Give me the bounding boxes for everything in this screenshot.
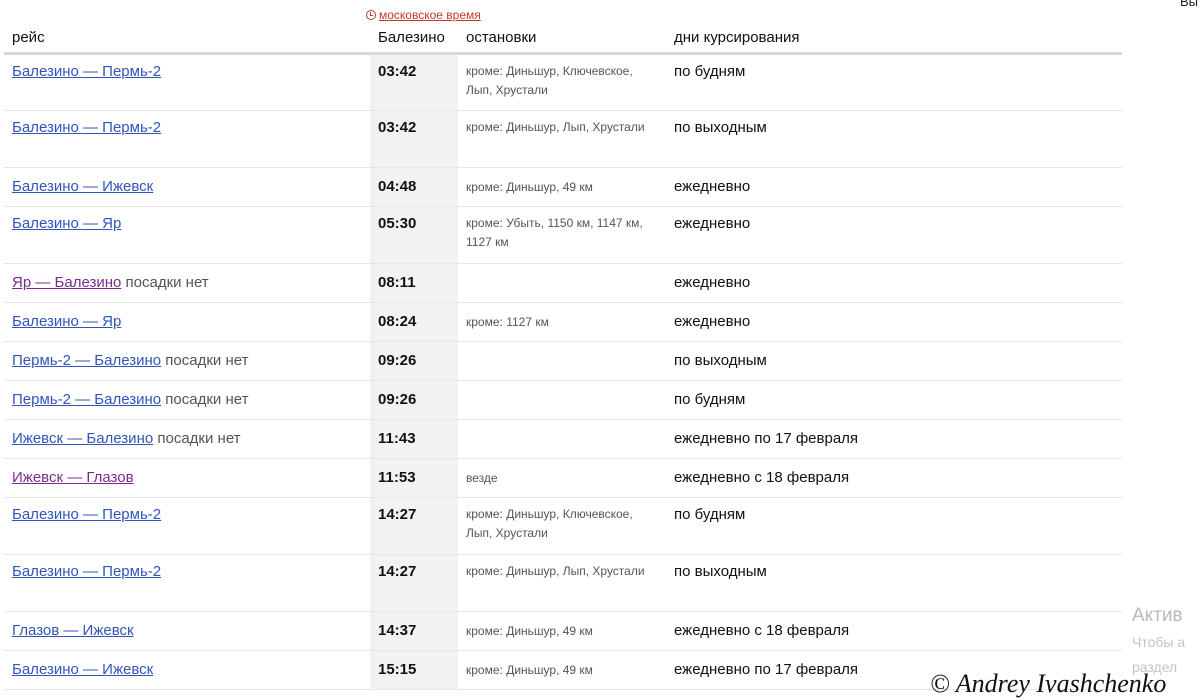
table-row: Балезино — Ижевск 04:48 кроме: Диньшур, 49… xyxy=(4,167,1122,207)
stops-cell: кроме: Диньшур, 49 км xyxy=(458,611,666,651)
days-cell: ежедневно с 18 февраля xyxy=(666,458,1122,498)
stops-cell xyxy=(458,380,666,420)
departure-time: 09:26 xyxy=(370,380,458,420)
table-row: Балезино — Пермь-2 14:27 кроме: Диньшур, Л… xyxy=(4,554,1122,612)
route-cell: Яр — Балезино посадки нет xyxy=(4,263,370,303)
route-link[interactable]: Ижевск — Балезино xyxy=(12,430,153,447)
copyright-watermark: © Andrey Ivashchenko xyxy=(930,669,1167,698)
route-cell: Пермь-2 — Балезино посадки нет xyxy=(4,380,370,420)
stops-cell: кроме: 1127 км xyxy=(458,302,666,342)
stops-cell: кроме: Диньшур, Ключевское, Лып, Хрустал… xyxy=(458,53,666,111)
no-boarding-note: посадки нет xyxy=(125,274,209,291)
stops-cell xyxy=(458,419,666,459)
departure-time: 11:43 xyxy=(370,419,458,459)
header-days: дни курсирования xyxy=(666,24,1122,55)
days-cell: по выходным xyxy=(666,554,1122,612)
stops-cell xyxy=(458,263,666,303)
days-cell: ежедневно xyxy=(666,206,1122,264)
table-row: Ижевск — Глазов 11:53 везде ежедневно с 18 … xyxy=(4,458,1122,498)
route-cell: Балезино — Пермь-2 xyxy=(4,53,370,111)
table-header-row: рейс Балезино остановки дни курсирования xyxy=(4,24,1122,55)
header-stops: остановки xyxy=(458,24,666,55)
table-row: Балезино — Пермь-2 03:42 кроме: Диньшур, Л… xyxy=(4,110,1122,168)
route-link[interactable]: Пермь-2 — Балезино xyxy=(12,352,161,369)
departure-time: 09:26 xyxy=(370,341,458,381)
route-cell: Ижевск — Балезино посадки нет xyxy=(4,419,370,459)
no-boarding-note: посадки нет xyxy=(157,430,241,447)
moscow-time-link[interactable]: московское время xyxy=(366,8,481,22)
departure-time: 03:42 xyxy=(370,110,458,168)
stops-cell: кроме: Убыть, 1150 км, 1147 км, 1127 км xyxy=(458,206,666,264)
activation-title: Актив xyxy=(1132,605,1183,626)
route-link[interactable]: Балезино — Пермь-2 xyxy=(12,119,161,136)
departure-time: 04:48 xyxy=(370,167,458,207)
route-cell: Балезино — Пермь-2 xyxy=(4,110,370,168)
route-cell: Глазов — Ижевск xyxy=(4,611,370,651)
stops-cell: кроме: Диньшур, Лып, Хрустали xyxy=(458,110,666,168)
stops-cell: кроме: Диньшур, Лып, Хрустали xyxy=(458,554,666,612)
stops-cell xyxy=(458,341,666,381)
departure-time: 14:37 xyxy=(370,611,458,651)
departure-time: 15:15 xyxy=(370,650,458,690)
days-cell: ежедневно xyxy=(666,263,1122,303)
route-link[interactable]: Балезино — Яр xyxy=(12,215,121,232)
route-link[interactable]: Балезино — Яр xyxy=(12,313,121,330)
route-link[interactable]: Яр — Балезино xyxy=(12,274,121,291)
moscow-time-label: московское время xyxy=(379,8,481,22)
departure-time: 03:42 xyxy=(370,53,458,111)
route-link[interactable]: Балезино — Пермь-2 xyxy=(12,506,161,523)
days-cell: по выходным xyxy=(666,341,1122,381)
days-cell: по выходным xyxy=(666,110,1122,168)
departure-time: 11:53 xyxy=(370,458,458,498)
route-cell: Балезино — Ижевск xyxy=(4,650,370,690)
table-row: Балезино — Пермь-2 14:27 кроме: Диньшур, К… xyxy=(4,497,1122,555)
table-row: Яр — Балезино посадки нет 08:11 ежедневно xyxy=(4,263,1122,303)
route-cell: Балезино — Пермь-2 xyxy=(4,554,370,612)
departure-time: 14:27 xyxy=(370,554,458,612)
stops-cell: кроме: Диньшур, 49 км xyxy=(458,167,666,207)
activation-line-1: Чтобы а xyxy=(1132,634,1186,650)
departure-time: 08:24 xyxy=(370,302,458,342)
clock-icon xyxy=(366,10,376,20)
table-row: Глазов — Ижевск 14:37 кроме: Диньшур, 49 к… xyxy=(4,611,1122,651)
route-cell: Балезино — Яр xyxy=(4,302,370,342)
stops-cell: кроме: Диньшур, 49 км xyxy=(458,650,666,690)
days-cell: по будням xyxy=(666,497,1122,555)
no-boarding-note: посадки нет xyxy=(165,352,249,369)
departure-time: 05:30 xyxy=(370,206,458,264)
table-row: Пермь-2 — Балезино посадки нет 09:26 по бу… xyxy=(4,380,1122,420)
days-cell: ежедневно по 17 февраля xyxy=(666,419,1122,459)
table-row: Балезино — Яр 05:30 кроме: Убыть, 1150 км,… xyxy=(4,206,1122,264)
stops-cell: кроме: Диньшур, Ключевское, Лып, Хрустал… xyxy=(458,497,666,555)
schedule-table: рейс Балезино остановки дни курсирования… xyxy=(4,24,1122,690)
table-row: Балезино — Яр 08:24 кроме: 1127 км ежедневн… xyxy=(4,302,1122,342)
days-cell: ежедневно xyxy=(666,302,1122,342)
route-link[interactable]: Глазов — Ижевск xyxy=(12,622,134,639)
route-cell: Ижевск — Глазов xyxy=(4,458,370,498)
header-route: рейс xyxy=(4,24,370,55)
route-cell: Балезино — Яр xyxy=(4,206,370,264)
table-row: Ижевск — Балезино посадки нет 11:43 ежедне… xyxy=(4,419,1122,459)
route-link[interactable]: Ижевск — Глазов xyxy=(12,469,134,486)
days-cell: ежедневно xyxy=(666,167,1122,207)
table-row: Пермь-2 — Балезино посадки нет 09:26 по вы… xyxy=(4,341,1122,381)
departure-time: 14:27 xyxy=(370,497,458,555)
header-time: Балезино xyxy=(370,24,458,55)
route-cell: Пермь-2 — Балезино посадки нет xyxy=(4,341,370,381)
route-link[interactable]: Балезино — Пермь-2 xyxy=(12,563,161,580)
departure-time: 08:11 xyxy=(370,263,458,303)
route-cell: Балезино — Пермь-2 xyxy=(4,497,370,555)
route-link[interactable]: Балезино — Ижевск xyxy=(12,178,153,195)
days-cell: ежедневно с 18 февраля xyxy=(666,611,1122,651)
route-link[interactable]: Пермь-2 — Балезино xyxy=(12,391,161,408)
route-link[interactable]: Балезино — Пермь-2 xyxy=(12,63,161,80)
route-cell: Балезино — Ижевск xyxy=(4,167,370,207)
corner-text: Вы xyxy=(1179,0,1198,9)
table-row: Балезино — Пермь-2 03:42 кроме: Диньшур, К… xyxy=(4,53,1122,111)
route-link[interactable]: Балезино — Ижевск xyxy=(12,661,153,678)
days-cell: по будням xyxy=(666,380,1122,420)
no-boarding-note: посадки нет xyxy=(165,391,249,408)
stops-cell: везде xyxy=(458,458,666,498)
days-cell: по будням xyxy=(666,53,1122,111)
